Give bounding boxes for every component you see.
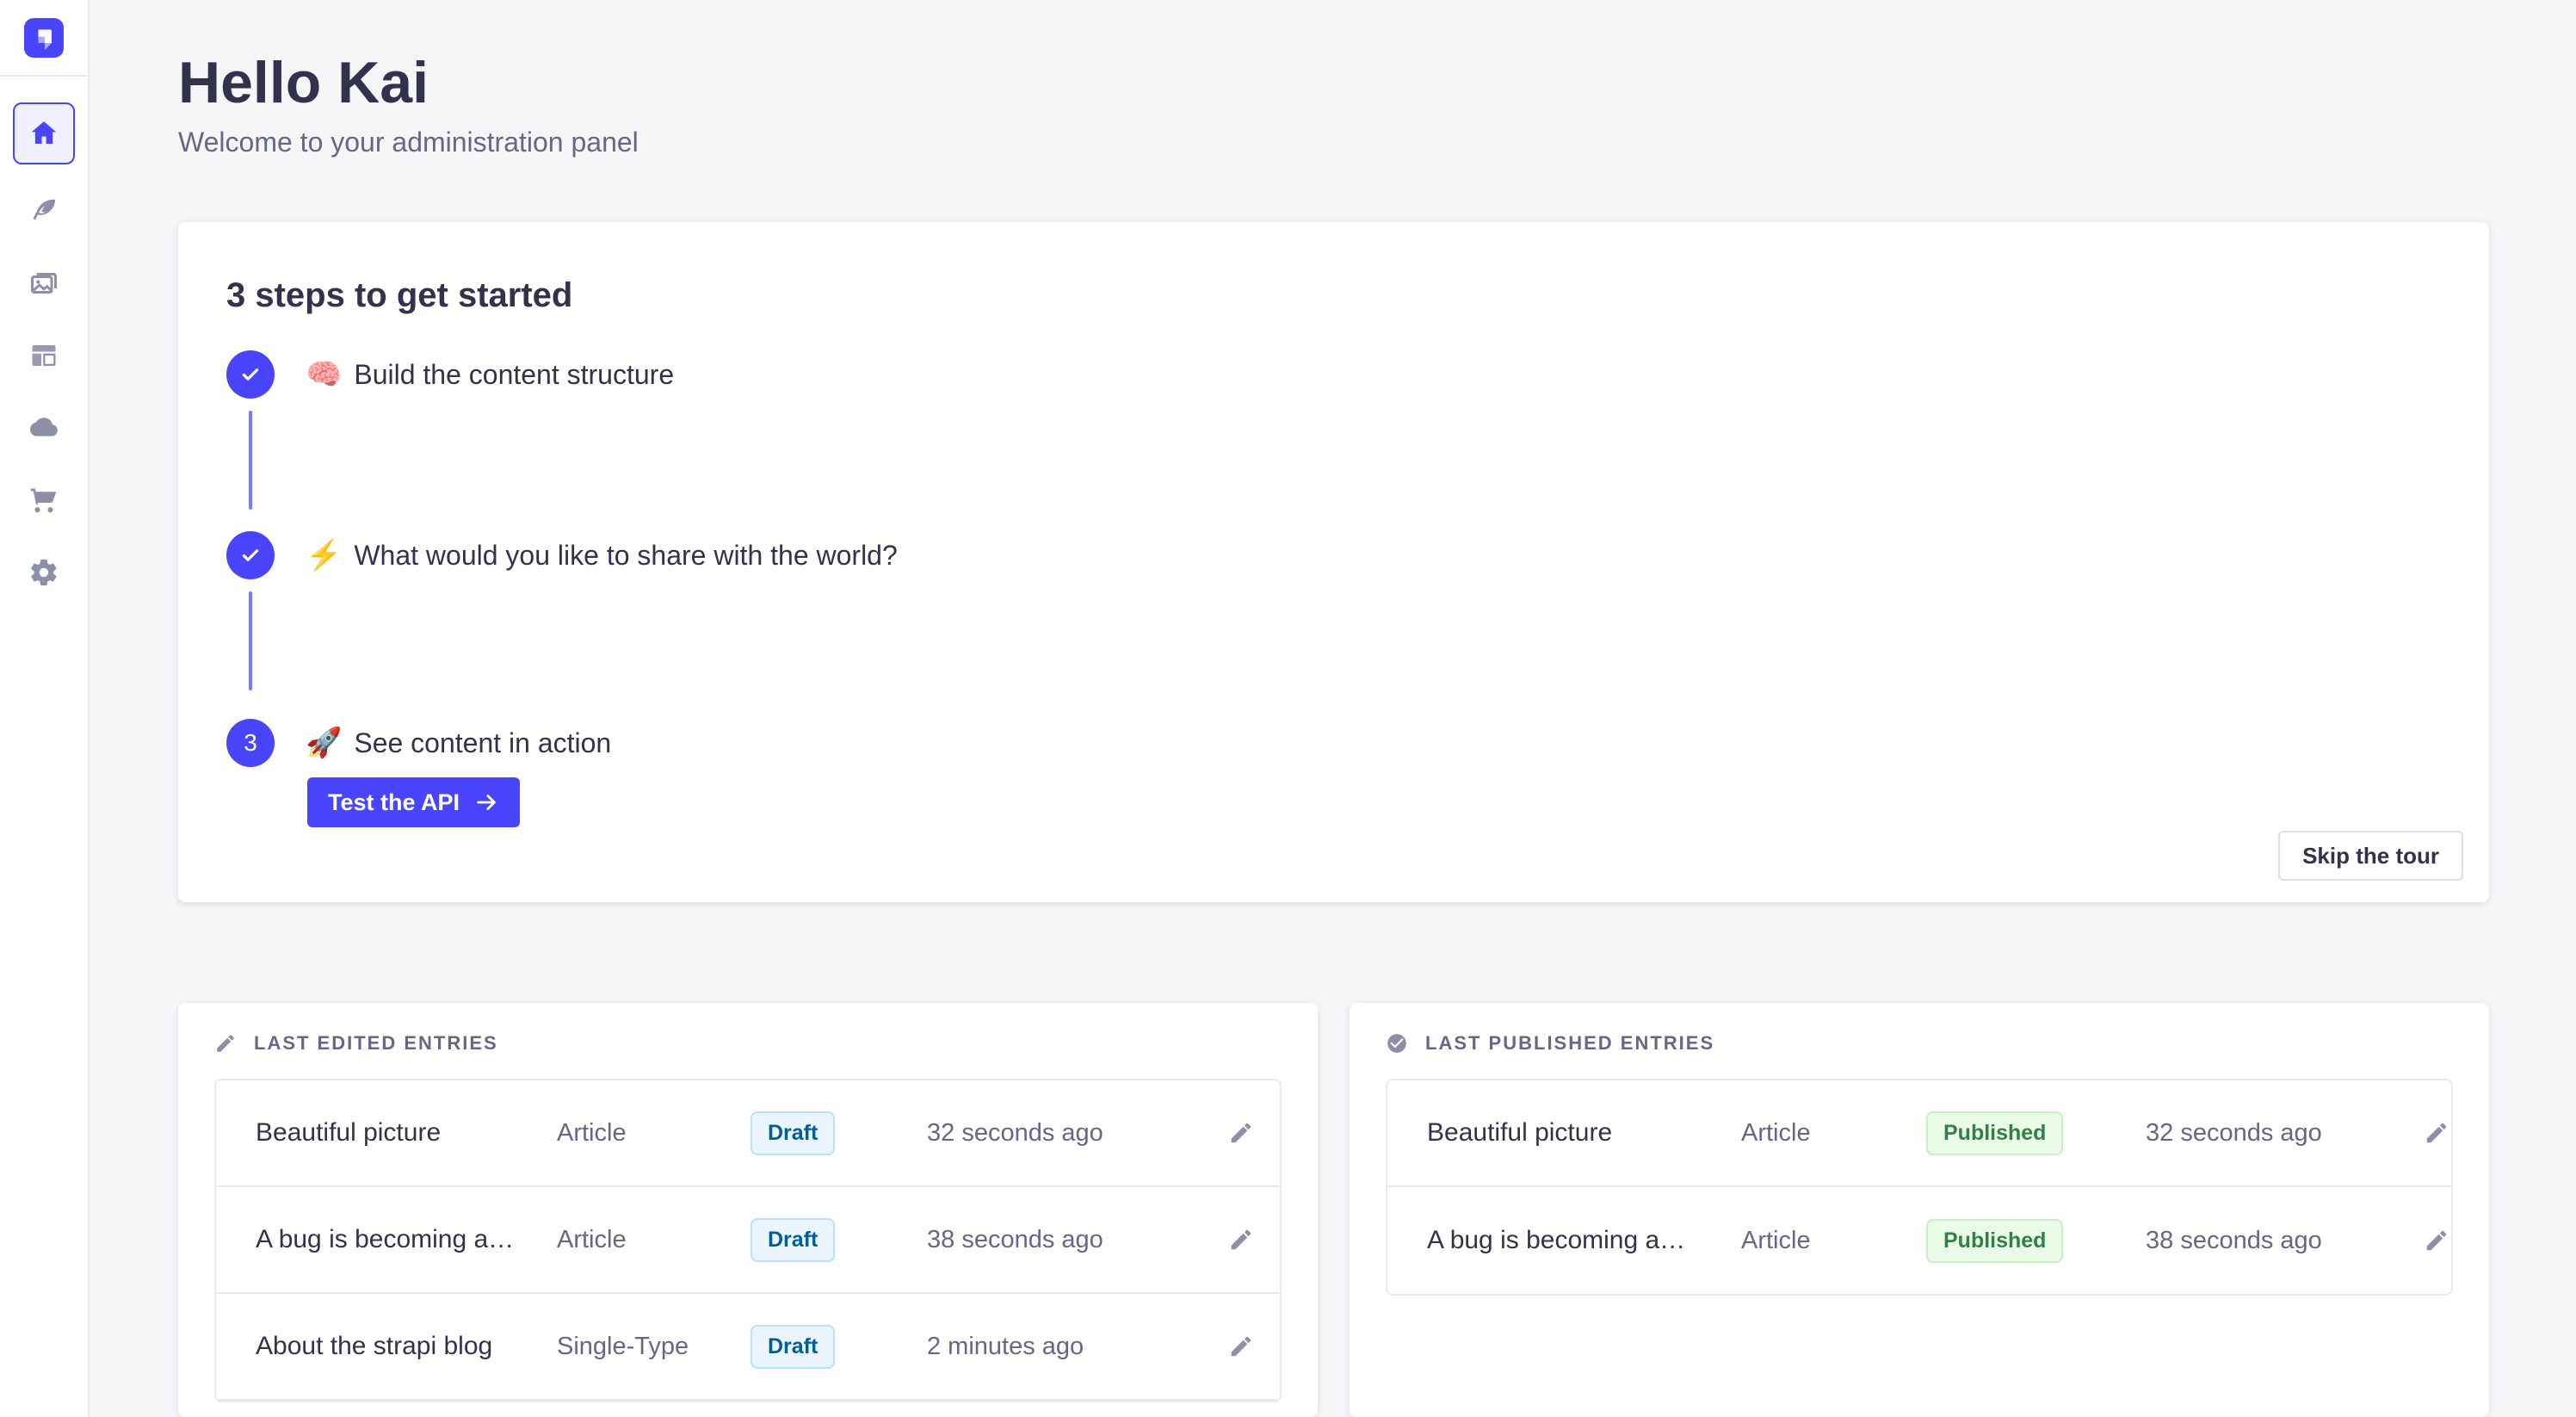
entry-time: 38 seconds ago <box>2146 1227 2421 1255</box>
entry-type: Article <box>1741 1227 1926 1255</box>
onboarding-card: 3 steps to get started 🧠 Build the conte… <box>178 222 2489 902</box>
step-connector <box>249 591 252 690</box>
skip-tour-button[interactable]: Skip the tour <box>2278 831 2463 881</box>
step-2-text: What would you like to share with the wo… <box>354 540 897 572</box>
zap-emoji-icon: ⚡ <box>306 541 342 570</box>
table-row: A bug is becoming a… Article Published 3… <box>1387 1187 2451 1294</box>
layout-icon <box>28 340 59 371</box>
test-api-button[interactable]: Test the API <box>307 777 520 827</box>
entry-time: 38 seconds ago <box>927 1226 1202 1254</box>
last-published-header: LAST PUBLISHED ENTRIES <box>1386 1032 2453 1055</box>
step-2-done-circle <box>226 531 275 579</box>
step-3-number: 3 <box>244 729 257 757</box>
status-badge: Draft <box>751 1218 835 1262</box>
step-2-label: ⚡ What would you like to share with the … <box>306 540 898 572</box>
step-1-text: Build the content structure <box>354 359 674 391</box>
pencil-icon <box>2424 1228 2449 1253</box>
check-icon <box>238 543 263 567</box>
strapi-admin-app: Hello Kai Welcome to your administration… <box>0 0 2576 1417</box>
entry-type: Article <box>1741 1119 1926 1148</box>
pencil-icon <box>1228 1120 1254 1146</box>
sidebar-item-marketplace[interactable] <box>13 469 75 531</box>
entry-title: A bug is becoming a… <box>1427 1226 1741 1255</box>
feather-icon <box>28 195 59 226</box>
entry-time: 32 seconds ago <box>927 1119 1202 1148</box>
entry-type: Single-Type <box>557 1333 751 1361</box>
entry-title: About the strapi blog <box>256 1332 557 1361</box>
edit-entry-button[interactable] <box>2424 1228 2449 1253</box>
sidebar-item-content-manager[interactable] <box>13 180 75 242</box>
sidebar-item-home[interactable] <box>13 102 75 164</box>
entry-type: Article <box>557 1119 751 1148</box>
last-edited-panel: LAST EDITED ENTRIES Beautiful picture Ar… <box>178 1003 1318 1417</box>
step-1-done-circle <box>226 350 275 399</box>
onboarding-step-2: ⚡ What would you like to share with the … <box>226 531 2439 579</box>
page-title: Hello Kai <box>178 50 2489 115</box>
sidebar-item-content-type-builder[interactable] <box>13 325 75 387</box>
check-icon <box>238 362 263 387</box>
pencil-icon <box>1228 1227 1254 1253</box>
onboarding-step-3: 3 🚀 See content in action <box>226 719 2439 767</box>
entry-type: Article <box>557 1226 751 1254</box>
strapi-logo[interactable] <box>24 18 64 58</box>
step-3-text: See content in action <box>354 727 611 759</box>
last-published-table: Beautiful picture Article Published 32 s… <box>1386 1079 2453 1296</box>
pencil-icon <box>214 1032 237 1055</box>
onboarding-title: 3 steps to get started <box>226 275 2439 315</box>
step-1-label: 🧠 Build the content structure <box>306 359 674 391</box>
entry-time: 32 seconds ago <box>2146 1119 2421 1148</box>
last-edited-title: LAST EDITED ENTRIES <box>254 1032 498 1055</box>
cloud-icon <box>28 412 59 443</box>
edit-entry-button[interactable] <box>2424 1120 2449 1146</box>
sidebar-item-settings[interactable] <box>13 541 75 603</box>
strapi-logo-glyph <box>24 18 64 58</box>
page-subtitle: Welcome to your administration panel <box>178 124 2489 160</box>
table-row: Beautiful picture Article Draft 32 secon… <box>216 1080 1280 1187</box>
last-edited-table: Beautiful picture Article Draft 32 secon… <box>214 1079 1282 1402</box>
status-badge: Draft <box>751 1111 835 1155</box>
status-badge: Draft <box>751 1325 835 1369</box>
edit-entry-button[interactable] <box>1228 1227 1254 1253</box>
media-library-icon <box>28 268 59 299</box>
home-icon <box>28 117 60 150</box>
gear-icon <box>28 557 59 588</box>
entry-title: A bug is becoming a… <box>256 1225 557 1254</box>
sidebar-nav <box>13 102 75 603</box>
pencil-icon <box>1228 1333 1254 1359</box>
last-published-panel: LAST PUBLISHED ENTRIES Beautiful picture… <box>1350 1003 2489 1417</box>
edit-entry-button[interactable] <box>1228 1333 1254 1359</box>
check-circle-icon <box>1386 1032 1408 1055</box>
brain-emoji-icon: 🧠 <box>306 360 342 389</box>
sidebar <box>0 0 90 1417</box>
entries-section: LAST EDITED ENTRIES Beautiful picture Ar… <box>178 1003 2489 1417</box>
step-3-number-circle: 3 <box>226 719 275 767</box>
entry-title: Beautiful picture <box>256 1118 557 1148</box>
edit-entry-button[interactable] <box>1228 1120 1254 1146</box>
step-3-label: 🚀 See content in action <box>306 727 611 759</box>
rocket-emoji-icon: 🚀 <box>306 728 342 758</box>
table-row: A bug is becoming a… Article Draft 38 se… <box>216 1187 1280 1294</box>
last-edited-header: LAST EDITED ENTRIES <box>214 1032 1282 1055</box>
pencil-icon <box>2424 1120 2449 1146</box>
test-api-label: Test the API <box>328 789 460 816</box>
sidebar-item-media-library[interactable] <box>13 252 75 314</box>
table-row: About the strapi blog Single-Type Draft … <box>216 1294 1280 1401</box>
arrow-right-icon <box>473 789 499 815</box>
sidebar-divider <box>0 75 89 77</box>
last-published-title: LAST PUBLISHED ENTRIES <box>1425 1032 1714 1055</box>
step-connector <box>249 411 252 510</box>
sidebar-item-cloud[interactable] <box>13 397 75 459</box>
entry-time: 2 minutes ago <box>927 1333 1202 1361</box>
main-content: Hello Kai Welcome to your administration… <box>90 0 2576 1417</box>
onboarding-step-1: 🧠 Build the content structure <box>226 350 2439 399</box>
status-badge: Published <box>1926 1111 2063 1155</box>
status-badge: Published <box>1926 1219 2063 1263</box>
entry-title: Beautiful picture <box>1427 1118 1741 1148</box>
cart-icon <box>28 485 59 516</box>
table-row: Beautiful picture Article Published 32 s… <box>1387 1080 2451 1187</box>
